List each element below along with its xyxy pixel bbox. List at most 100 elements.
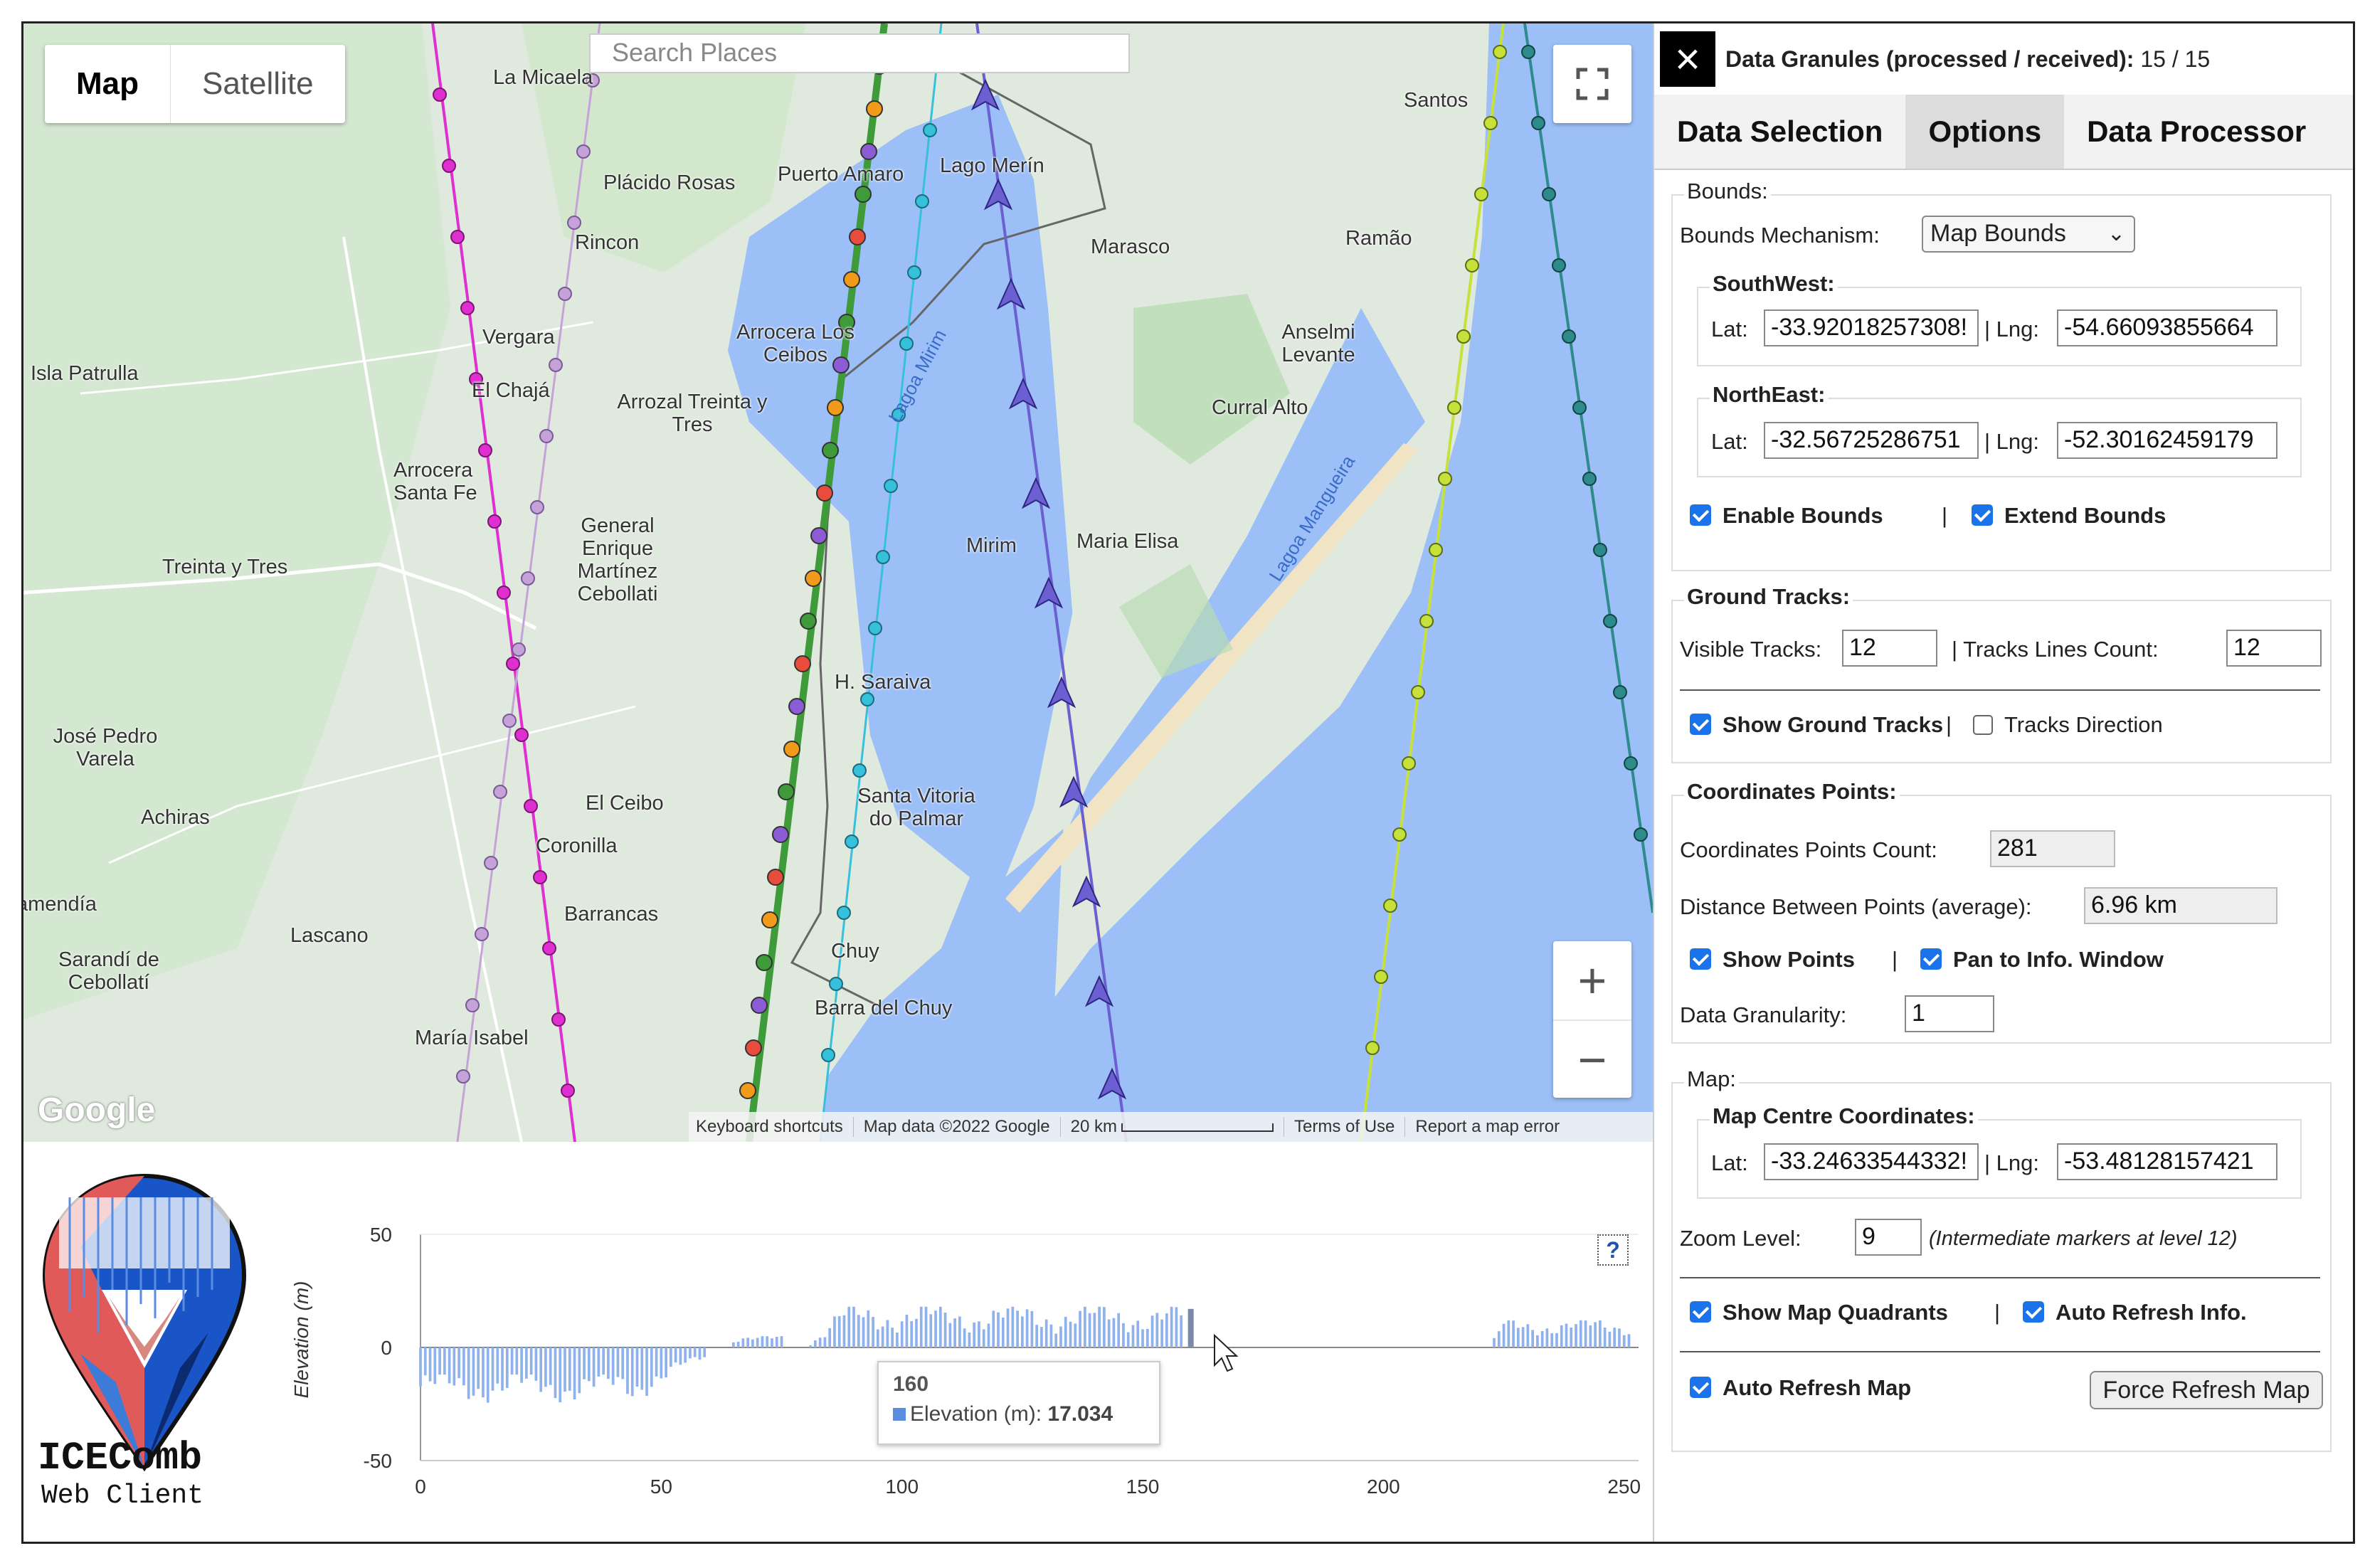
map-canvas[interactable] [23, 23, 1653, 1142]
place-label: Arrocera Los Ceibos [736, 321, 855, 366]
southwest-lat-input[interactable]: -33.92018257308! [1764, 309, 1979, 346]
southwest-lng-input[interactable]: -54.66093855664 [2057, 309, 2277, 346]
auto-refresh-info-checkbox[interactable] [2023, 1301, 2044, 1323]
chart-help-icon[interactable]: ? [1597, 1234, 1629, 1266]
tab-options[interactable]: Options [1905, 95, 2065, 169]
northeast-lng-input[interactable]: -52.30162459179 [2057, 422, 2277, 459]
elevation-bar [578, 1347, 581, 1394]
elevation-bar [900, 1321, 904, 1347]
zoom-level-input[interactable]: 9 [1855, 1219, 1922, 1256]
elevation-bar [640, 1347, 644, 1390]
southwest-legend: SouthWest: [1710, 271, 1838, 297]
elevation-bar [1560, 1325, 1563, 1347]
granularity-input[interactable]: 1 [1905, 995, 1994, 1032]
zoom-out-button[interactable]: − [1553, 1021, 1631, 1099]
elevation-bar [982, 1329, 985, 1347]
elevation-bar [997, 1312, 1000, 1347]
visible-tracks-input[interactable]: 12 [1842, 630, 1937, 667]
bounds-mechanism-select[interactable]: Map Bounds ⌄ [1922, 216, 2135, 253]
map-view[interactable]: La Micaela Plácido Rosas Puerto Amaro La… [23, 23, 1653, 1142]
place-label: La Micaela [493, 66, 593, 89]
elevation-bar [520, 1347, 523, 1383]
elevation-bar [684, 1347, 687, 1363]
show-map-quadrants-checkbox[interactable] [1690, 1301, 1711, 1323]
y-tick-label: 0 [381, 1337, 392, 1359]
centre-lat-input[interactable]: -33.24633544332! [1764, 1143, 1979, 1180]
separator: | [1942, 503, 1948, 528]
auto-refresh-map-label: Auto Refresh Map [1723, 1375, 1912, 1400]
centre-lng-input[interactable]: -53.48128157421 [2057, 1143, 2277, 1180]
show-ground-tracks-checkbox[interactable] [1690, 714, 1711, 735]
x-tick-label: 250 [1607, 1476, 1641, 1498]
place-label: El Ceibo [586, 792, 664, 815]
pan-to-info-checkbox[interactable] [1920, 948, 1942, 970]
elevation-bar [679, 1347, 682, 1365]
show-points-checkbox[interactable] [1690, 948, 1711, 970]
elevation-bar [943, 1312, 947, 1347]
elevation-bar [1575, 1324, 1577, 1347]
place-label: Barrancas [564, 903, 659, 926]
elevation-bar [496, 1347, 499, 1384]
points-legend: Coordinates Points: [1684, 779, 1900, 805]
northeast-lat-label: Lat: [1711, 429, 1748, 454]
elevation-bar [472, 1347, 475, 1396]
elevation-bar [670, 1347, 672, 1367]
elevation-bar [626, 1347, 629, 1394]
elevation-bar [655, 1347, 658, 1377]
zoom-in-button[interactable]: + [1553, 941, 1631, 1021]
elevation-bar [761, 1336, 764, 1347]
elevation-bar [857, 1315, 860, 1347]
place-label: Santa Vitoria do Palmar [857, 785, 975, 830]
extend-bounds-checkbox[interactable] [1972, 504, 1993, 526]
map-type-map-button[interactable]: Map [45, 45, 171, 123]
x-tick-label: 200 [1367, 1476, 1400, 1498]
fullscreen-button[interactable] [1553, 45, 1631, 123]
elevation-bar [1608, 1331, 1612, 1347]
elevation-bar [559, 1347, 562, 1403]
place-label: Chuy [831, 940, 879, 963]
northeast-lat-input[interactable]: -32.56725286751 [1764, 422, 1979, 459]
google-logo: Google [38, 1091, 156, 1129]
logo-title: ICEComb [38, 1436, 203, 1480]
keyboard-shortcuts-link[interactable]: Keyboard shortcuts [696, 1117, 854, 1137]
enable-bounds-checkbox[interactable] [1690, 504, 1711, 526]
separator: | [1994, 1300, 2001, 1325]
elevation-bar [1122, 1323, 1125, 1347]
tracks-lines-count-input[interactable]: 12 [2226, 630, 2322, 667]
elevation-bar [645, 1347, 648, 1397]
auto-refresh-map-checkbox[interactable] [1690, 1377, 1711, 1398]
elevation-bar [905, 1314, 909, 1347]
elevation-bar [1040, 1327, 1043, 1347]
elevation-bar [525, 1347, 528, 1379]
elevation-chart[interactable]: 50 0 -50 0 50 100 150 200 250 Elevation (m) [265, 1155, 1653, 1544]
tab-data-selection[interactable]: Data Selection [1654, 95, 1905, 169]
distance-input: 6.96 km [2084, 887, 2277, 924]
elevation-bar [1579, 1320, 1582, 1347]
close-icon[interactable]: × [1660, 31, 1715, 87]
elevation-bar [1059, 1326, 1062, 1347]
elevation-bar [1521, 1327, 1525, 1347]
terms-link[interactable]: Terms of Use [1294, 1117, 1406, 1137]
elevation-bar [1146, 1328, 1149, 1347]
elevation-bar [1141, 1329, 1144, 1347]
tracks-direction-checkbox[interactable] [1973, 715, 1993, 735]
place-label: Treinta y Tres [162, 556, 288, 578]
tab-data-processor[interactable]: Data Processor [2064, 95, 2329, 169]
map-type-satellite-button[interactable]: Satellite [171, 45, 345, 123]
report-map-error-link[interactable]: Report a map error [1415, 1117, 1560, 1137]
divider [1680, 689, 2320, 691]
force-refresh-map-button[interactable]: Force Refresh Map [2090, 1371, 2323, 1409]
elevation-bar [886, 1320, 889, 1347]
elevation-bar [1502, 1323, 1506, 1347]
tooltip-x: 160 [893, 1372, 929, 1396]
elevation-bar [968, 1332, 971, 1347]
tooltip-value: 17.034 [1047, 1402, 1113, 1426]
place-label: Puerto Amaro [778, 163, 904, 186]
bounds-legend: Bounds: [1684, 179, 1771, 204]
place-label: Mirim [966, 534, 1017, 557]
elevation-bar [867, 1310, 870, 1347]
elevation-bar [837, 1316, 841, 1347]
search-places-input[interactable]: Search Places [589, 33, 1130, 73]
map-legend: Map: [1684, 1066, 1739, 1092]
place-label: Plácido Rosas [603, 171, 736, 194]
